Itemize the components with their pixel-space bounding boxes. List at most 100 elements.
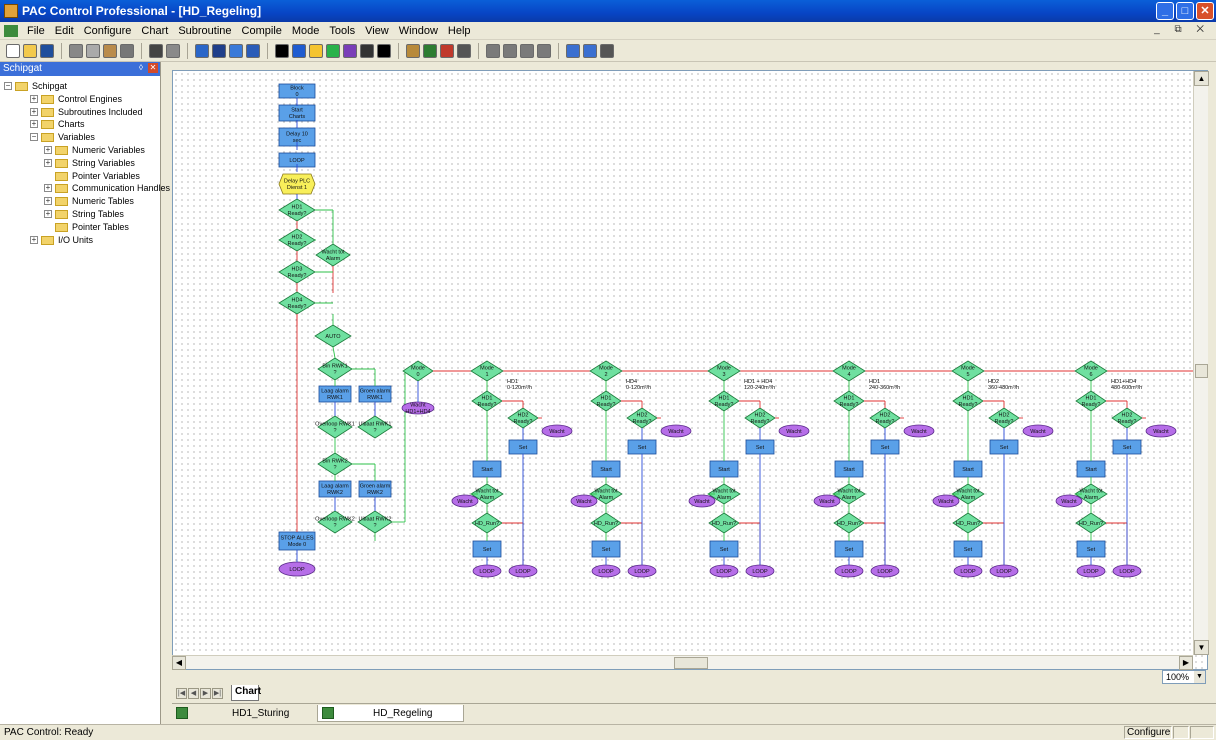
block-label[interactable]: Ready? — [959, 402, 978, 408]
block-label[interactable]: ? — [373, 428, 376, 434]
block-label[interactable]: LOOP — [515, 569, 531, 575]
oia-block-icon[interactable] — [309, 43, 323, 58]
mdi-controls[interactable]: _ ⧉ ✕ — [1154, 24, 1210, 35]
block-label[interactable]: HD_Run? — [1079, 521, 1103, 527]
run-icon[interactable] — [486, 43, 500, 58]
block-label[interactable]: HD2 — [879, 413, 890, 419]
block-label[interactable]: Mode — [1084, 366, 1098, 372]
minimize-button[interactable]: _ — [1156, 2, 1174, 20]
delete-icon[interactable] — [120, 43, 134, 58]
block-label[interactable]: RWK2 — [327, 490, 343, 496]
zoom-out-icon[interactable] — [583, 43, 597, 58]
block-label[interactable]: Ready? — [633, 419, 652, 425]
block-label[interactable]: 0 — [416, 372, 419, 378]
block-label[interactable]: ? — [333, 428, 336, 434]
block-label[interactable]: 0 — [295, 92, 298, 98]
block-label[interactable]: Groen alarm — [360, 389, 391, 395]
zoom-select[interactable]: 100% ▼ — [1162, 670, 1206, 684]
block-label[interactable]: Start — [291, 108, 303, 114]
block-label[interactable]: Set — [964, 547, 973, 553]
block-label[interactable]: Set — [845, 547, 854, 553]
vscroll-thumb[interactable] — [1195, 364, 1208, 378]
block-label[interactable]: RWK1 — [327, 395, 343, 401]
configure-icon[interactable] — [229, 43, 243, 58]
block-label[interactable]: Alarm — [961, 495, 976, 501]
block-label[interactable]: HD3 — [291, 267, 302, 273]
block-label[interactable]: Ready? — [514, 419, 533, 425]
scroll-down-arrow[interactable]: ▼ — [1194, 640, 1209, 655]
step-icon[interactable] — [537, 43, 551, 58]
expand-icon[interactable]: + — [30, 120, 38, 129]
block-label[interactable]: Wacht — [694, 499, 710, 505]
expand-icon[interactable]: + — [44, 209, 52, 218]
expand-icon[interactable]: + — [44, 158, 52, 167]
expand-icon[interactable]: + — [44, 145, 52, 154]
block-label[interactable]: Wacht — [911, 429, 927, 435]
hscroll-thumb[interactable] — [674, 657, 708, 669]
tree-item-charts[interactable]: + Charts — [0, 118, 160, 131]
block-label[interactable]: Wacht — [938, 499, 954, 505]
block-label[interactable]: LOOP — [479, 569, 495, 575]
block-label[interactable]: Uitlaat RWK1 — [359, 422, 392, 428]
block-label[interactable]: Wacht tot — [837, 489, 860, 495]
tree-item-string-variables[interactable]: + String Variables — [0, 157, 160, 170]
scroll-left-arrow[interactable]: ◀ — [172, 656, 186, 670]
block-label[interactable]: Mode — [961, 366, 975, 372]
block-label[interactable]: Overloop RWK2 — [315, 517, 355, 523]
block-label[interactable]: Laag alarm — [321, 484, 349, 490]
flowchart-canvas[interactable]: Block 0 Start Charts Delay 10 sec LOOP Delay PL… — [172, 70, 1208, 670]
block-label[interactable]: Ready? — [1118, 419, 1137, 425]
block-label[interactable]: Set — [483, 547, 492, 553]
zoom-in-icon[interactable] — [566, 43, 580, 58]
expand-icon[interactable]: + — [44, 184, 52, 193]
block-label[interactable]: Delay PLC — [284, 179, 310, 185]
flowchart[interactable]: Block0StartChartsDelay 10secLOOPDelay PL… — [173, 71, 1208, 670]
block-label[interactable]: Bin RWK2 — [322, 459, 347, 465]
tree-item-variables[interactable]: − Variables — [0, 131, 160, 144]
tree-item-i-o-units[interactable]: + I/O Units — [0, 234, 160, 247]
block-label[interactable]: Alarm — [842, 495, 857, 501]
block-label[interactable]: Overloop RWK1 — [315, 422, 355, 428]
block-label[interactable]: Alarm — [326, 256, 341, 262]
pause-icon[interactable] — [520, 43, 534, 58]
block-label[interactable]: LOOP — [1083, 569, 1099, 575]
help-icon[interactable] — [246, 43, 260, 58]
block-label[interactable]: STOP ALLES — [280, 536, 313, 542]
tab-chart[interactable]: Chart — [231, 685, 261, 701]
block-label[interactable]: HD1 — [1085, 396, 1096, 402]
panel-close-button[interactable]: ✕ — [148, 63, 158, 73]
tree-item-control-engines[interactable]: + Control Engines — [0, 93, 160, 106]
block-label[interactable]: HD_Run? — [475, 521, 499, 527]
scroll-up-arrow[interactable]: ▲ — [1194, 71, 1209, 86]
block-label[interactable]: Set — [1000, 445, 1009, 451]
block-label[interactable]: ? — [333, 465, 336, 471]
tab-first-button[interactable]: |◀ — [176, 688, 187, 699]
tab-last-button[interactable]: ▶| — [212, 688, 223, 699]
zoom-icon[interactable] — [406, 43, 420, 58]
block-label[interactable]: HD1 — [600, 396, 611, 402]
tab-prev-button[interactable]: ◀ — [188, 688, 199, 699]
block-label[interactable]: Laag alarm — [321, 389, 349, 395]
block-label[interactable]: HD1 — [843, 396, 854, 402]
new-icon[interactable] — [6, 43, 20, 58]
block-label[interactable]: Start — [843, 467, 855, 473]
tree-item-pointer-tables[interactable]: Pointer Tables — [0, 221, 160, 234]
block-label[interactable]: HD2 — [754, 413, 765, 419]
block-label[interactable]: ? — [373, 523, 376, 529]
menu-compile[interactable]: Compile — [237, 25, 287, 37]
block-label[interactable]: Wacht — [786, 429, 802, 435]
debug-icon[interactable] — [195, 43, 209, 58]
tab-hd-regeling[interactable]: HD_Regeling — [317, 705, 464, 722]
block-label[interactable]: LOOP — [289, 567, 305, 573]
numbering-icon[interactable] — [440, 43, 454, 58]
expand-icon[interactable]: + — [30, 107, 38, 116]
block-label[interactable]: Wacht tot — [475, 489, 498, 495]
block-label[interactable]: Mode — [599, 366, 613, 372]
block-label[interactable]: LOOP — [634, 569, 650, 575]
block-label[interactable]: Set — [519, 445, 528, 451]
block-label[interactable]: Mode — [480, 366, 494, 372]
block-label[interactable]: HD_Run? — [712, 521, 736, 527]
menu-file[interactable]: File — [22, 25, 50, 37]
block-label[interactable]: Wacht — [1153, 429, 1169, 435]
menu-mode[interactable]: Mode — [287, 25, 325, 37]
